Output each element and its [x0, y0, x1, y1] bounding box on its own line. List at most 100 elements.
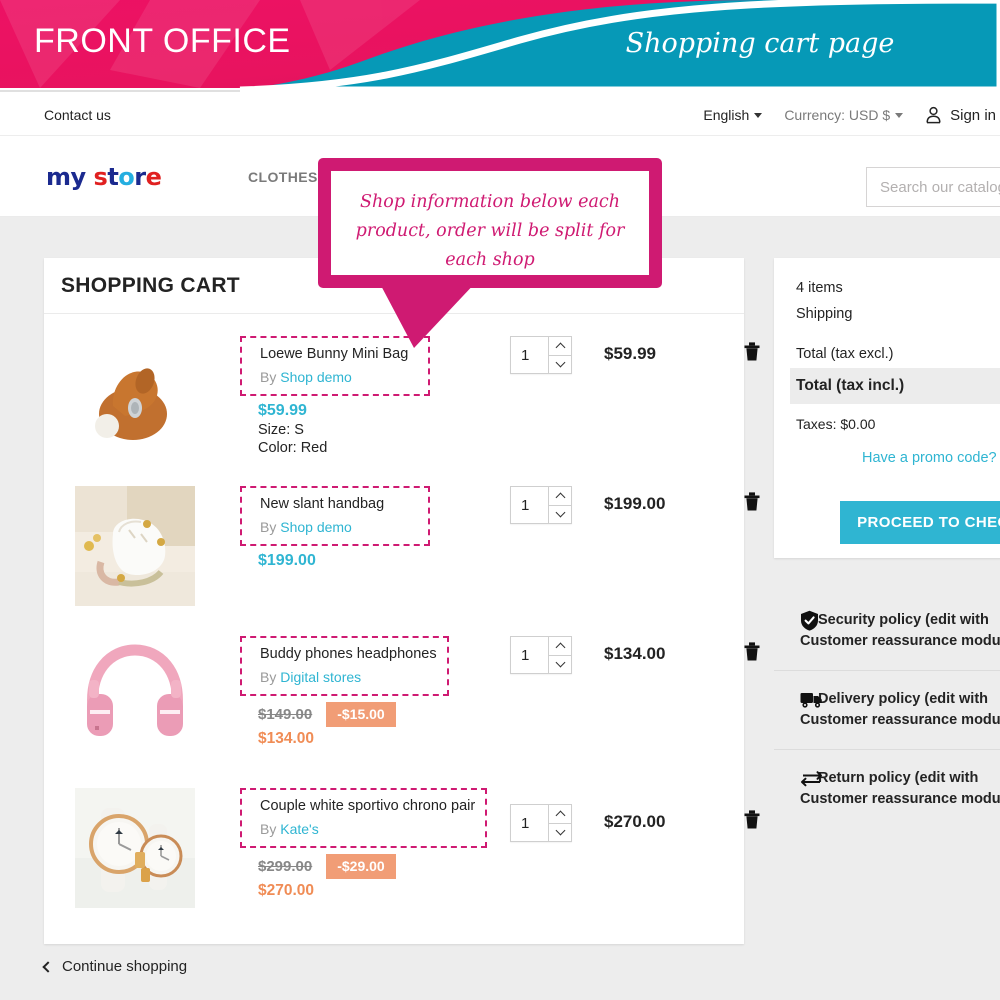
chevron-up-icon: [555, 810, 565, 821]
discount-badge: -$15.00: [326, 702, 396, 727]
shop-name[interactable]: Shop demo: [280, 519, 352, 535]
banner-subtitle: Shopping cart page: [625, 28, 895, 59]
annotation-callout: Shop information below each product, ord…: [318, 158, 662, 288]
page-banner: FRONT OFFICE Shopping cart page: [0, 0, 1000, 95]
search-input[interactable]: Search our catalog: [866, 167, 1000, 207]
continue-shopping-label: Continue shopping: [62, 958, 188, 975]
line-total: $199.00: [604, 494, 666, 513]
by-label: By: [260, 519, 277, 535]
logo-my: my: [46, 163, 86, 191]
callout-tail: [378, 280, 478, 348]
reassurance-text: Security policy (edit with Customer reas…: [800, 612, 1000, 649]
discount-badge: -$29.00: [326, 854, 396, 879]
product-image[interactable]: [75, 486, 195, 606]
shop-info-highlight: Buddy phones headphones By Digital store…: [240, 636, 449, 696]
store-logo[interactable]: my store: [46, 163, 162, 191]
quantity-increase-button[interactable]: [549, 805, 571, 823]
chevron-down-icon: [555, 357, 565, 368]
shop-info-highlight: New slant handbag By Shop demo: [240, 486, 430, 546]
remove-item-button[interactable]: [742, 340, 762, 367]
quantity-increase-button[interactable]: [549, 637, 571, 655]
remove-item-button[interactable]: [742, 640, 762, 667]
chevron-down-icon: [895, 112, 904, 118]
product-shop: By Kate's: [260, 821, 475, 837]
logo-t: t: [107, 163, 119, 191]
reassurance-text: Delivery policy (edit with Customer reas…: [800, 691, 1000, 728]
chevron-down-icon: [754, 112, 763, 118]
quantity-stepper[interactable]: 1: [510, 486, 572, 524]
product-name[interactable]: Couple white sportivo chrono pair: [260, 798, 475, 815]
quantity-input[interactable]: 1: [511, 487, 548, 523]
shop-name[interactable]: Digital stores: [280, 669, 361, 685]
truck-icon: [800, 693, 822, 708]
chevron-down-icon: [555, 507, 565, 518]
chevron-left-icon: [42, 960, 54, 973]
summary-taxes: Taxes: $0.00: [796, 416, 876, 432]
logo-e: e: [145, 163, 162, 191]
line-total: $134.00: [604, 644, 666, 663]
reassurance-block: Security policy (edit with Customer reas…: [774, 592, 1000, 828]
quantity-stepper[interactable]: 1: [510, 804, 572, 842]
product-unit-price: $59.99: [258, 402, 307, 419]
language-selector[interactable]: English: [703, 107, 763, 123]
product-attribute: Color: Red: [258, 440, 328, 456]
logo-o: o: [118, 163, 135, 191]
product-image[interactable]: [75, 336, 195, 456]
product-regular-price: $149.00: [258, 706, 313, 723]
trash-icon: [744, 492, 760, 511]
product-details: Buddy phones headphones By Digital store…: [240, 636, 510, 748]
product-image[interactable]: [75, 788, 195, 908]
quantity-decrease-button[interactable]: [549, 822, 571, 842]
product-image[interactable]: [75, 636, 195, 756]
summary-total-incl-label: Total (tax incl.): [796, 377, 905, 394]
banner-title: FRONT OFFICE: [34, 22, 291, 60]
quantity-decrease-button[interactable]: [549, 354, 571, 374]
product-details: Couple white sportivo chrono pair By Kat…: [240, 788, 510, 900]
reassurance-text: Return policy (edit with Customer reassu…: [800, 770, 1000, 807]
trash-icon: [744, 642, 760, 661]
continue-shopping-link[interactable]: Continue shopping: [42, 958, 188, 975]
reassurance-item: Security policy (edit with Customer reas…: [774, 592, 1000, 670]
product-name[interactable]: Buddy phones headphones: [260, 646, 437, 663]
by-label: By: [260, 369, 277, 385]
logo-s: s: [93, 163, 108, 191]
summary-items-count: 4 items: [796, 280, 843, 296]
product-shop: By Shop demo: [260, 519, 418, 535]
product-unit-price: $199.00: [258, 552, 316, 569]
contact-us-link[interactable]: Contact us: [44, 107, 111, 123]
chevron-up-icon: [555, 342, 565, 353]
trash-icon: [744, 342, 760, 361]
user-icon: [926, 106, 941, 124]
top-navigation-bar: Contact us English Currency: USD $ Sign …: [0, 95, 1000, 136]
nav-item-clothes[interactable]: CLOTHES: [248, 169, 318, 185]
shop-name[interactable]: Kate's: [280, 821, 318, 837]
currency-selector[interactable]: Currency: USD $: [784, 107, 904, 123]
quantity-increase-button[interactable]: [549, 337, 571, 355]
remove-item-button[interactable]: [742, 808, 762, 835]
quantity-input[interactable]: 1: [511, 637, 548, 673]
quantity-input[interactable]: 1: [511, 805, 548, 841]
return-arrows-icon: [801, 771, 822, 787]
quantity-decrease-button[interactable]: [549, 654, 571, 674]
chevron-up-icon: [555, 642, 565, 653]
product-name[interactable]: New slant handbag: [260, 496, 418, 513]
page-title: SHOPPING CART: [61, 274, 240, 297]
sign-in-label: Sign in: [950, 106, 996, 124]
remove-item-button[interactable]: [742, 490, 762, 517]
promo-code-link[interactable]: Have a promo code?: [862, 450, 997, 466]
logo-r: r: [134, 163, 146, 191]
quantity-decrease-button[interactable]: [549, 504, 571, 524]
cart-summary-panel: 4 items Shipping Total (tax excl.) Total…: [774, 258, 1000, 558]
product-shop: By Digital stores: [260, 669, 437, 685]
quantity-stepper[interactable]: 1: [510, 336, 572, 374]
product-regular-price: $299.00: [258, 858, 313, 875]
proceed-to-checkout-button[interactable]: PROCEED TO CHECKOUT: [840, 501, 1000, 544]
callout-line-1: Shop information below each: [360, 192, 620, 212]
line-total: $59.99: [604, 344, 656, 363]
line-total: $270.00: [604, 812, 666, 831]
language-label: English: [703, 107, 750, 123]
by-label: By: [260, 821, 277, 837]
quantity-stepper[interactable]: 1: [510, 636, 572, 674]
quantity-increase-button[interactable]: [549, 487, 571, 505]
sign-in-link[interactable]: Sign in: [925, 106, 996, 124]
